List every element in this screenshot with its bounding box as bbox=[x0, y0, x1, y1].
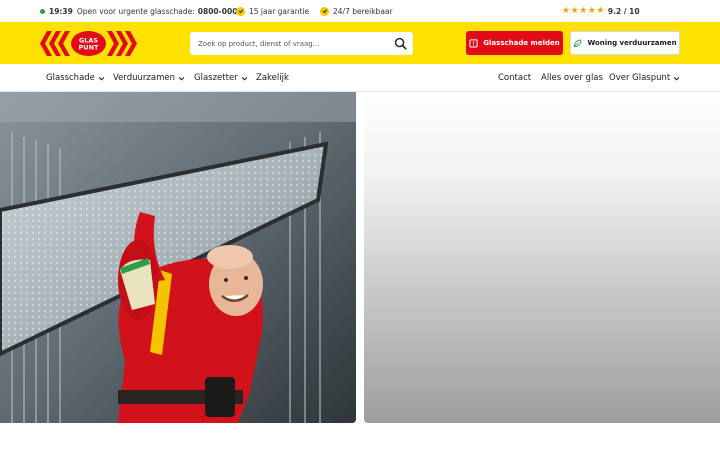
rating-score: 9.2 / 10 bbox=[607, 6, 640, 16]
nav-label: Alles over glas bbox=[541, 73, 603, 83]
check-icon bbox=[236, 6, 245, 16]
nav-label: Glaszetter bbox=[194, 73, 238, 83]
glaspunt-logo[interactable]: GLAS PUNT bbox=[40, 31, 137, 56]
sustain-home-button[interactable]: Woning verduurzamen bbox=[570, 31, 680, 55]
nav-label: Contact bbox=[498, 73, 532, 83]
search-icon[interactable] bbox=[394, 37, 407, 50]
check-icon bbox=[320, 6, 329, 16]
nav-item-contact[interactable]: Contact bbox=[498, 64, 531, 92]
nav-item-zakelijk[interactable]: Zakelijk bbox=[256, 64, 289, 92]
chevron-down-icon bbox=[241, 76, 247, 80]
guarantee-usp: 15 jaar garantie bbox=[236, 0, 309, 22]
chevron-down-icon bbox=[673, 76, 680, 80]
chevron-down-icon bbox=[178, 76, 185, 80]
site-header: GLAS PUNT Glasschade melden Woning verdu… bbox=[0, 22, 720, 64]
nav-item-over-glaspunt[interactable]: Over Glaspunt bbox=[609, 64, 680, 92]
star-icon: ★ bbox=[596, 5, 605, 16]
availability-text: 24/7 bereikbaar bbox=[333, 6, 393, 16]
nav-item-verduurzamen[interactable]: Verduurzamen bbox=[113, 64, 185, 92]
alert-box-icon bbox=[469, 38, 478, 48]
nav-label: Glasschade bbox=[46, 73, 95, 83]
star-icon: ★ bbox=[562, 5, 571, 16]
glazier-carrying-glass-illustration bbox=[0, 92, 356, 423]
logo-text-punt: PUNT bbox=[79, 44, 99, 52]
open-urgent-text: Open voor urgente glasschade: bbox=[76, 6, 195, 16]
nav-label: Verduurzamen bbox=[113, 73, 175, 83]
customer-rating[interactable]: ★ ★ ★ ★ ★ 9.2 / 10 bbox=[562, 0, 640, 22]
star-icon: ★ bbox=[587, 5, 596, 16]
nav-label: Over Glaspunt bbox=[609, 73, 671, 83]
hero-side-panel bbox=[364, 92, 720, 423]
current-time: 19:39 bbox=[49, 6, 73, 16]
report-damage-button[interactable]: Glasschade melden bbox=[466, 31, 563, 55]
nav-label: Zakelijk bbox=[256, 73, 289, 83]
report-damage-label: Glasschade melden bbox=[483, 39, 560, 47]
search-input[interactable] bbox=[198, 39, 388, 48]
rating-stars: ★ ★ ★ ★ ★ bbox=[562, 5, 605, 16]
nav-item-glasschade[interactable]: Glasschade bbox=[46, 64, 105, 92]
opening-status: 19:39 Open voor urgente glasschade: 0800… bbox=[40, 0, 243, 22]
sustain-home-label: Woning verduurzamen bbox=[587, 39, 677, 47]
nav-item-alles-over-glas[interactable]: Alles over glas bbox=[541, 64, 603, 92]
top-info-bar: 19:39 Open voor urgente glasschade: 0800… bbox=[0, 0, 720, 22]
availability-usp: 24/7 bereikbaar bbox=[320, 0, 393, 22]
nav-item-glaszetter[interactable]: Glaszetter bbox=[194, 64, 248, 92]
chevron-down-icon bbox=[98, 76, 105, 80]
guarantee-text: 15 jaar garantie bbox=[249, 6, 310, 16]
status-dot-icon bbox=[40, 8, 45, 14]
hero-photo-glazier bbox=[0, 92, 356, 423]
star-icon: ★ bbox=[570, 5, 579, 16]
star-icon: ★ bbox=[579, 5, 588, 16]
leaf-icon bbox=[574, 39, 582, 47]
search-bar[interactable] bbox=[190, 32, 413, 55]
main-navigation: Glasschade Verduurzamen Glaszetter Zakel… bbox=[0, 64, 720, 92]
